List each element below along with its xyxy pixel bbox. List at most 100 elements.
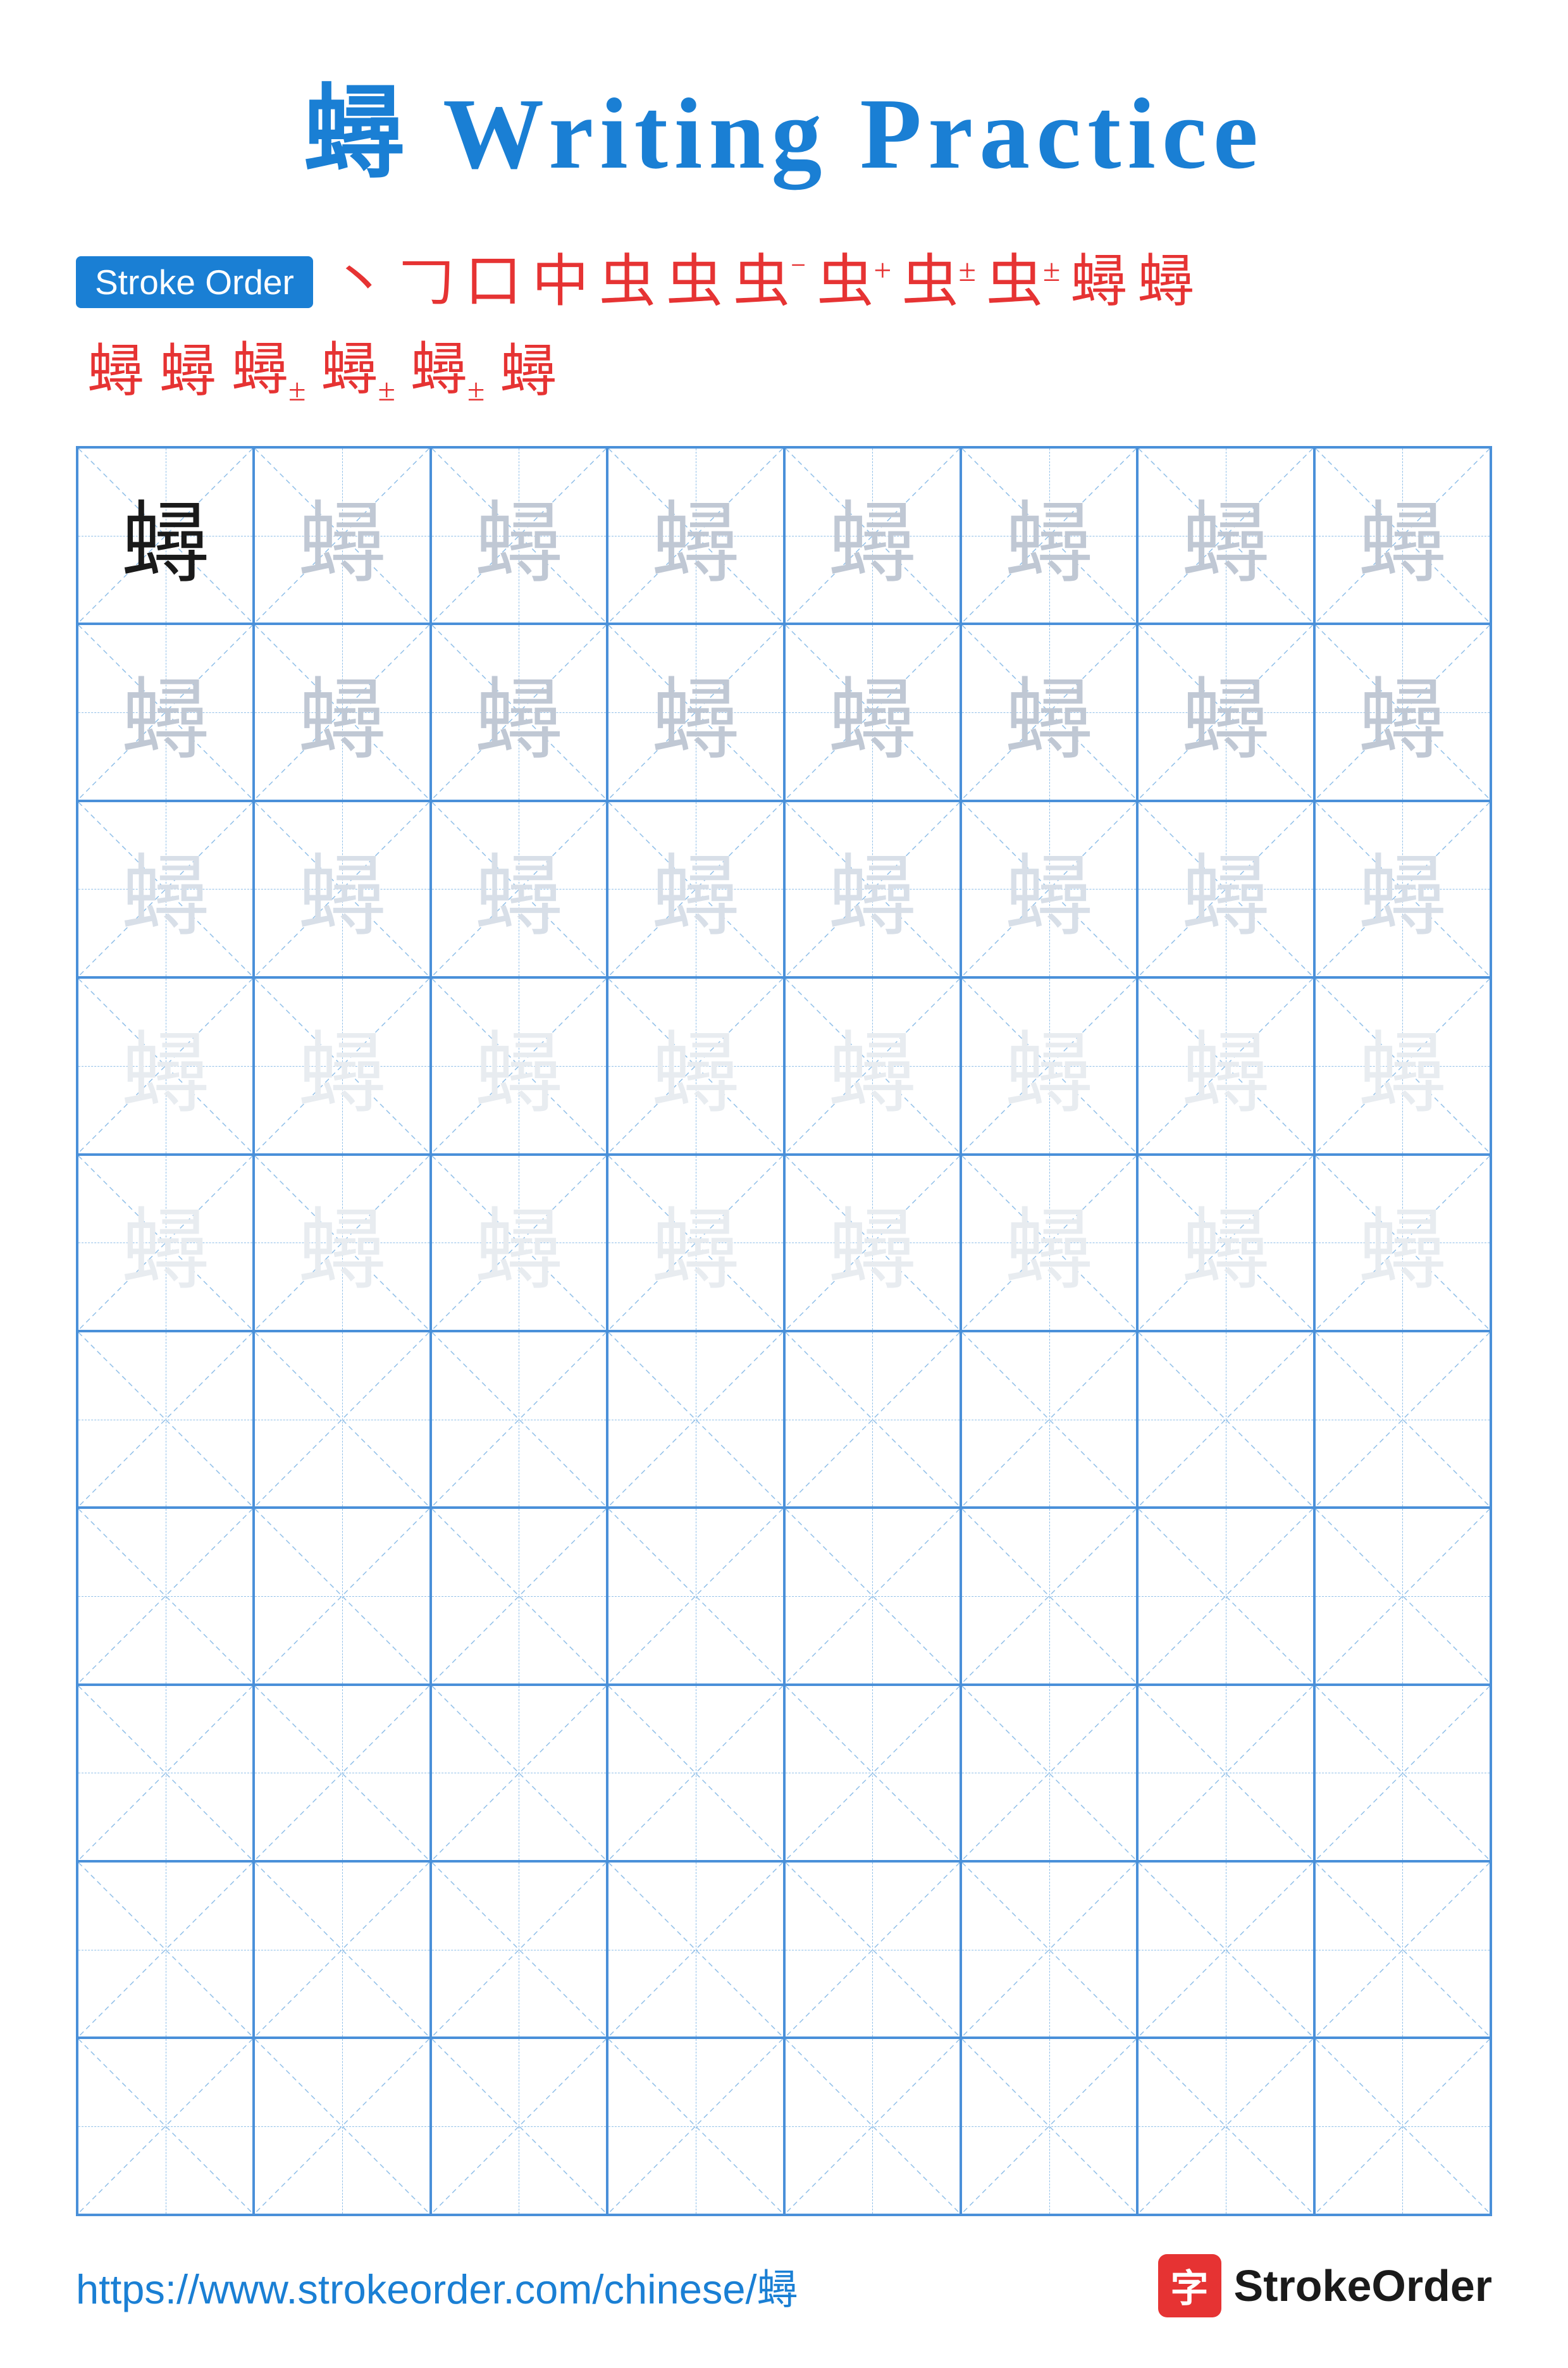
grid-cell-8-1[interactable] xyxy=(77,1685,254,1861)
stroke-order-row2: 蟳 蟳 蟳± 蟳± 蟳± 蟳 xyxy=(76,323,1492,408)
grid-cell-9-7[interactable] xyxy=(1137,1861,1314,2038)
grid-cell-6-2[interactable] xyxy=(254,1331,430,1508)
grid-cell-8-5[interactable] xyxy=(784,1685,961,1861)
practice-char: 蟳 xyxy=(1005,1002,1094,1130)
grid-cell-10-7[interactable] xyxy=(1137,2038,1314,2214)
grid-cell-7-3[interactable] xyxy=(431,1508,607,1684)
grid-cell-9-6[interactable] xyxy=(961,1861,1137,2038)
grid-cell-10-2[interactable] xyxy=(254,2038,430,2214)
grid-cell-3-6[interactable]: 蟳 xyxy=(961,801,1137,977)
grid-cell-3-7[interactable]: 蟳 xyxy=(1137,801,1314,977)
grid-cell-10-6[interactable] xyxy=(961,2038,1137,2214)
grid-cell-5-7[interactable]: 蟳 xyxy=(1137,1155,1314,1331)
grid-cell-7-4[interactable] xyxy=(607,1508,784,1684)
practice-char: 蟳 xyxy=(651,1002,740,1130)
practice-char: 蟳 xyxy=(474,825,563,953)
grid-cell-3-2[interactable]: 蟳 xyxy=(254,801,430,977)
grid-cell-9-1[interactable] xyxy=(77,1861,254,2038)
grid-cell-4-3[interactable]: 蟳 xyxy=(431,977,607,1154)
grid-cell-10-4[interactable] xyxy=(607,2038,784,2214)
grid-cell-1-8[interactable]: 蟳 xyxy=(1314,447,1491,624)
grid-cell-8-8[interactable] xyxy=(1314,1685,1491,1861)
grid-cell-3-3[interactable]: 蟳 xyxy=(431,801,607,977)
grid-cell-3-5[interactable]: 蟳 xyxy=(784,801,961,977)
grid-cell-4-7[interactable]: 蟳 xyxy=(1137,977,1314,1154)
practice-grid: 蟳 蟳 蟳 蟳 蟳 蟳 蟳 xyxy=(76,446,1492,2216)
grid-cell-7-8[interactable] xyxy=(1314,1508,1491,1684)
grid-cell-2-1[interactable]: 蟳 xyxy=(77,624,254,800)
grid-cell-10-8[interactable] xyxy=(1314,2038,1491,2214)
grid-cell-9-8[interactable] xyxy=(1314,1861,1491,2038)
grid-cell-8-6[interactable] xyxy=(961,1685,1137,1861)
grid-cell-6-8[interactable] xyxy=(1314,1331,1491,1508)
grid-cell-1-7[interactable]: 蟳 xyxy=(1137,447,1314,624)
grid-cell-3-8[interactable]: 蟳 xyxy=(1314,801,1491,977)
grid-cell-5-8[interactable]: 蟳 xyxy=(1314,1155,1491,1331)
grid-cell-2-6[interactable]: 蟳 xyxy=(961,624,1137,800)
grid-cell-4-2[interactable]: 蟳 xyxy=(254,977,430,1154)
grid-cell-2-4[interactable]: 蟳 xyxy=(607,624,784,800)
grid-row-3: 蟳 蟳 蟳 蟳 蟳 蟳 蟳 xyxy=(77,801,1491,977)
grid-cell-5-2[interactable]: 蟳 xyxy=(254,1155,430,1331)
grid-cell-5-3[interactable]: 蟳 xyxy=(431,1155,607,1331)
grid-cell-3-4[interactable]: 蟳 xyxy=(607,801,784,977)
grid-cell-6-5[interactable] xyxy=(784,1331,961,1508)
stroke-step-16: 蟳± xyxy=(321,323,395,408)
grid-cell-4-5[interactable]: 蟳 xyxy=(784,977,961,1154)
grid-cell-7-7[interactable] xyxy=(1137,1508,1314,1684)
practice-char: 蟳 xyxy=(1182,1179,1270,1306)
grid-cell-10-3[interactable] xyxy=(431,2038,607,2214)
grid-cell-10-5[interactable] xyxy=(784,2038,961,2214)
grid-cell-1-3[interactable]: 蟳 xyxy=(431,447,607,624)
grid-cell-7-2[interactable] xyxy=(254,1508,430,1684)
brand-icon: 字 xyxy=(1158,2254,1221,2317)
grid-cell-8-7[interactable] xyxy=(1137,1685,1314,1861)
grid-cell-4-1[interactable]: 蟳 xyxy=(77,977,254,1154)
grid-cell-1-4[interactable]: 蟳 xyxy=(607,447,784,624)
practice-char: 蟳 xyxy=(121,1002,210,1130)
grid-cell-2-3[interactable]: 蟳 xyxy=(431,624,607,800)
grid-cell-2-5[interactable]: 蟳 xyxy=(784,624,961,800)
grid-cell-2-2[interactable]: 蟳 xyxy=(254,624,430,800)
grid-cell-6-6[interactable] xyxy=(961,1331,1137,1508)
grid-cell-5-1[interactable]: 蟳 xyxy=(77,1155,254,1331)
stroke-order-row1: Stroke Order 丶 𠃌 口 中 虫 虫 虫⁻ 虫+ 虫± 虫± 蟳 蟳 xyxy=(76,248,1492,316)
grid-cell-1-2[interactable]: 蟳 xyxy=(254,447,430,624)
grid-cell-6-3[interactable] xyxy=(431,1331,607,1508)
grid-cell-6-4[interactable] xyxy=(607,1331,784,1508)
grid-cell-1-1[interactable]: 蟳 xyxy=(77,447,254,624)
grid-cell-9-2[interactable] xyxy=(254,1861,430,2038)
grid-cell-9-5[interactable] xyxy=(784,1861,961,2038)
grid-cell-2-7[interactable]: 蟳 xyxy=(1137,624,1314,800)
grid-cell-5-6[interactable]: 蟳 xyxy=(961,1155,1137,1331)
grid-cell-6-7[interactable] xyxy=(1137,1331,1314,1508)
grid-cell-7-6[interactable] xyxy=(961,1508,1137,1684)
practice-char: 蟳 xyxy=(828,825,917,953)
grid-cell-3-1[interactable]: 蟳 xyxy=(77,801,254,977)
grid-cell-1-6[interactable]: 蟳 xyxy=(961,447,1137,624)
grid-cell-7-5[interactable] xyxy=(784,1508,961,1684)
grid-cell-8-4[interactable] xyxy=(607,1685,784,1861)
grid-cell-1-5[interactable]: 蟳 xyxy=(784,447,961,624)
brand-name: StrokeOrder xyxy=(1234,2260,1492,2311)
grid-cell-5-4[interactable]: 蟳 xyxy=(607,1155,784,1331)
grid-cell-9-3[interactable] xyxy=(431,1861,607,2038)
stroke-step-1: 丶 xyxy=(331,248,388,316)
grid-cell-9-4[interactable] xyxy=(607,1861,784,2038)
footer-url-link[interactable]: https://www.strokeorder.com/chinese/蟳 xyxy=(76,2256,798,2315)
grid-cell-2-8[interactable]: 蟳 xyxy=(1314,624,1491,800)
grid-cell-4-6[interactable]: 蟳 xyxy=(961,977,1137,1154)
grid-cell-7-1[interactable] xyxy=(77,1508,254,1684)
grid-cell-4-8[interactable]: 蟳 xyxy=(1314,977,1491,1154)
grid-cell-4-4[interactable]: 蟳 xyxy=(607,977,784,1154)
grid-cell-8-2[interactable] xyxy=(254,1685,430,1861)
practice-char: 蟳 xyxy=(1005,1179,1094,1306)
grid-cell-5-5[interactable]: 蟳 xyxy=(784,1155,961,1331)
grid-cell-8-3[interactable] xyxy=(431,1685,607,1861)
practice-char: 蟳 xyxy=(651,472,740,600)
grid-cell-6-1[interactable] xyxy=(77,1331,254,1508)
stroke-step-4: 中 xyxy=(532,248,589,316)
stroke-step-10: 虫± xyxy=(986,248,1060,316)
stroke-step-8: 虫+ xyxy=(817,248,891,316)
grid-cell-10-1[interactable] xyxy=(77,2038,254,2214)
